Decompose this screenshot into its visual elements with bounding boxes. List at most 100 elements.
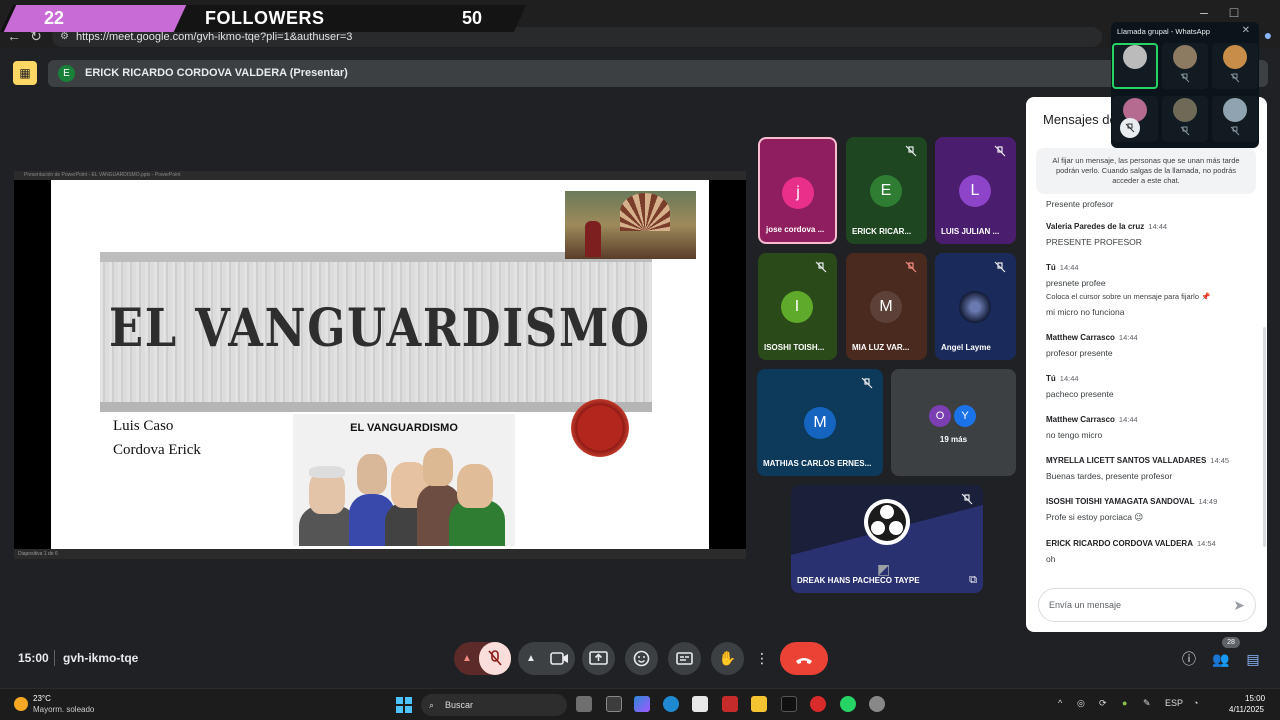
tiktok-icon[interactable] [781,696,797,712]
reactions-button[interactable] [625,642,658,675]
participant-tile-angel[interactable]: Angel Layme [935,253,1016,360]
message-header: Tú 14:44 [1046,374,1256,383]
language-indicator[interactable]: ESP [1165,698,1183,708]
message-time: 14:44 [1118,333,1138,342]
message-time: 14:44 [1148,222,1168,231]
presenter-avatar: E [58,65,75,82]
message-header: Matthew Carrasco 14:44 [1046,415,1256,424]
minimize-icon[interactable]: – [1196,4,1212,20]
wifi-volume-icon[interactable]: ◔ [1193,698,1198,708]
chat-message: Presente profesor [1046,199,1256,209]
copilot-icon[interactable] [634,696,650,712]
snipping-tool-icon[interactable] [692,696,708,712]
participant-avatar: j [782,177,814,209]
video-options-chevron-icon[interactable]: ▲ [526,642,536,675]
whatsapp-participant[interactable] [1212,96,1258,142]
message-sender: Tú [1046,263,1056,272]
maximize-icon[interactable]: □ [1226,4,1242,20]
send-icon[interactable]: ➤ [1233,597,1245,613]
chrome-icon[interactable] [869,696,885,712]
tray-mic-off-icon[interactable]: ✎ [1143,698,1151,709]
file-explorer-icon[interactable] [751,696,767,712]
crop-icon[interactable]: ⧉ [969,574,977,587]
whatsapp-participant[interactable] [1212,43,1258,89]
participant-name: DREAK HANS PACHECO TAYPE [797,576,920,585]
participant-tile-erick[interactable]: E ERICK RICAR... [846,137,927,244]
whatsapp-participant[interactable] [1162,96,1208,142]
message-text: Presente profesor [1046,199,1114,209]
participant-tile-jose[interactable]: j jose cordova ... [758,137,837,244]
tray-chevron-icon[interactable]: ^ [1058,698,1062,708]
raise-hand-button[interactable]: ✋ [711,642,744,675]
close-icon[interactable]: ✕ [1242,25,1250,36]
participant-name: jose cordova ... [766,225,825,234]
participant-tile-mathias[interactable]: M MATHIAS CARLOS ERNES... [757,369,883,476]
tray-sync-icon[interactable]: ⟳ [1099,698,1107,709]
chat-input[interactable]: Envía un mensaje ➤ [1038,588,1256,622]
edge-icon[interactable] [663,696,679,712]
mic-off-icon [1180,73,1190,83]
windows-taskbar: 23°C Mayorm. soleado ⌕ Buscar ^ ◎ ⟳ ● ✎ … [0,688,1280,720]
taskbar-search[interactable]: ⌕ Buscar [421,694,567,716]
chat-pin-note: Al fijar un mensaje, las personas que se… [1036,148,1256,194]
message-time: 14:45 [1210,456,1230,465]
task-view-icon[interactable] [576,696,592,712]
tray-app2-icon[interactable]: ● [1122,698,1127,708]
whatsapp-participant[interactable] [1162,43,1208,89]
participant-name: MIA LUZ VAR... [852,343,910,352]
participant-tile-mia[interactable]: M MIA LUZ VAR... [846,253,927,360]
more-vert-icon: ⋮ [755,650,769,666]
message-time: 14:44 [1118,415,1138,424]
mic-off-button[interactable] [479,642,511,675]
tray-app-icon[interactable]: ◎ [1077,698,1085,709]
chat-message: Matthew Carrasco 14:44 no tengo micro [1046,415,1256,440]
slide-title: EL VANGUARDISMO [109,298,651,359]
chat-scrollbar[interactable] [1263,327,1266,547]
participant-tile-dreak[interactable]: ◩ DREAK HANS PACHECO TAYPE ⧉ [791,485,983,593]
participant-name: Angel Layme [941,343,991,352]
mic-off-icon [905,261,917,273]
slide-window-titlebar: Presentación de PowerPoint - EL VANGUARD… [14,171,746,180]
meeting-info-icon[interactable]: ⓘ [1180,650,1198,668]
mic-off-icon [961,493,973,505]
taskbar-date[interactable]: 4/11/2025 [1229,705,1264,714]
search-icon: ⌕ [429,700,435,710]
participant-tile-luis[interactable]: L LUIS JULIAN ... [935,137,1016,244]
whatsapp-icon[interactable] [840,696,856,712]
more-options-button[interactable]: ⋮ [752,642,772,675]
leave-call-button[interactable] [780,642,828,675]
participant-tile-isoshi[interactable]: I ISOSHI TOISH... [758,253,837,360]
audio-options-chevron-icon[interactable]: ▲ [462,642,472,675]
more-participants-tile[interactable]: O Y 19 más [891,369,1016,476]
participant-avatar: E [870,175,902,207]
camera-button[interactable] [543,642,575,675]
present-button[interactable] [582,642,615,675]
whatsapp-participant[interactable] [1112,43,1158,89]
hang-up-icon [796,658,812,664]
message-time: 14:44 [1059,263,1079,272]
taskbar-time[interactable]: 15:00 [1245,694,1265,703]
participant-photo [959,291,991,323]
mic-off-icon [1230,73,1240,83]
divider [54,650,55,666]
chat-message: ERICK RICARDO CORDOVA VALDERA 14:54 oh [1046,539,1256,564]
opera-icon[interactable] [810,696,826,712]
message-sender: ISOSHI TOISHI YAMAGATA SANDOVAL [1046,497,1195,506]
whatsapp-participant[interactable] [1112,96,1158,142]
presentation-icon[interactable]: ▦ [13,61,37,85]
chat-message: ISOSHI TOISHI YAMAGATA SANDOVAL 14:49 Pro… [1046,497,1256,523]
weather-sun-icon[interactable] [14,697,28,711]
widgets-icon[interactable] [606,696,622,712]
participant-avatar: M [804,407,836,439]
chat-panel: Mensajes de la llamada Al fijar un mensa… [1026,97,1267,632]
meeting-clock: 15:00 [18,651,49,665]
profile-icon[interactable]: ● [1260,27,1276,43]
people-icon[interactable]: 👥 [1212,650,1230,668]
red-seal-decoration [571,399,629,457]
weather-temp: 23°C [33,694,51,703]
windows-start-icon[interactable] [396,697,412,713]
chat-icon[interactable]: ▤ [1244,650,1262,668]
captions-button[interactable] [668,642,701,675]
camera-control-group: ▲ [518,642,575,675]
app-icon[interactable] [722,696,738,712]
